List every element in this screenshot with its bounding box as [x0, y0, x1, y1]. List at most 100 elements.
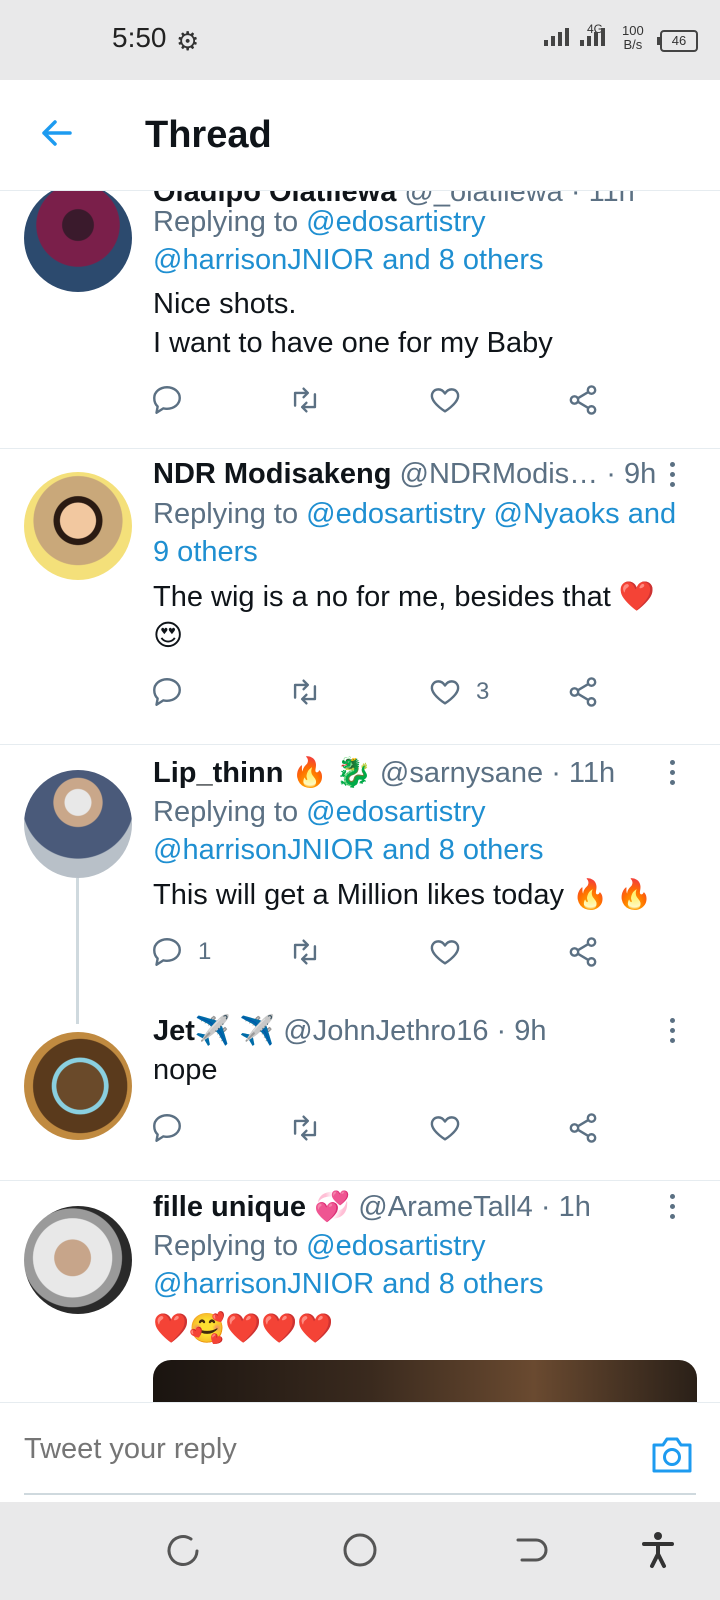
tweet-text: ❤️🥰❤️❤️❤️	[153, 1313, 334, 1345]
like-button[interactable]: 3	[428, 672, 489, 712]
mention-link[interactable]: @harrisonJNIOR and 8 others	[153, 1268, 544, 1301]
signal-strength-icon	[544, 28, 569, 46]
reply-button[interactable]	[150, 672, 184, 712]
status-time: 5:50	[112, 22, 167, 53]
tweet-reply-input[interactable]	[24, 1433, 604, 1466]
avatar[interactable]	[24, 190, 132, 292]
reply-button[interactable]	[150, 1108, 184, 1148]
tweet-media-image[interactable]	[153, 1360, 697, 1402]
more-options-icon[interactable]	[670, 462, 678, 492]
system-navigation-bar	[0, 1502, 720, 1600]
reply-composer	[0, 1402, 720, 1503]
retweet-button[interactable]	[288, 1108, 322, 1148]
thread-connector-line	[76, 878, 79, 1024]
retweet-icon	[293, 387, 317, 413]
mention-link[interactable]: @edosartistry @Nyaoks and	[306, 498, 676, 530]
share-button[interactable]	[566, 1108, 600, 1148]
battery-icon: 46	[657, 30, 698, 52]
retweet-icon	[293, 679, 317, 705]
reply-button[interactable]	[150, 380, 184, 420]
divider	[0, 448, 720, 449]
back-icon[interactable]	[512, 1530, 552, 1570]
share-button[interactable]	[566, 932, 600, 972]
retweet-button[interactable]	[288, 932, 322, 972]
divider	[0, 1180, 720, 1181]
page-title: Thread	[145, 114, 272, 156]
tweet-time: · 11h	[551, 757, 616, 789]
avatar[interactable]	[24, 770, 132, 878]
mention-link[interactable]: @edosartistry	[306, 206, 485, 238]
share-button[interactable]	[566, 380, 600, 420]
reply-input-underline	[24, 1493, 696, 1495]
accessibility-icon[interactable]	[638, 1530, 678, 1570]
tweet-text: This will get a Million likes today 🔥 🔥	[153, 879, 653, 911]
share-icon	[569, 677, 597, 707]
more-options-icon[interactable]	[670, 1018, 678, 1048]
share-icon	[569, 1113, 597, 1143]
reply-button[interactable]: 1	[150, 932, 211, 972]
reply-icon	[153, 678, 181, 706]
tweet-time: · 9h	[496, 1015, 547, 1047]
author-name[interactable]: Lip_thinn 🔥 🐉	[153, 757, 372, 789]
reply-icon	[153, 1114, 181, 1142]
top-app-bar: Thread	[0, 80, 720, 191]
author-handle: @ArameTall4	[358, 1191, 533, 1223]
home-icon[interactable]	[340, 1530, 380, 1570]
settings-gear-icon: ⚙	[176, 26, 200, 56]
mention-link[interactable]: @edosartistry	[306, 796, 485, 828]
reply-icon	[153, 386, 181, 414]
retweet-button[interactable]	[288, 380, 322, 420]
mention-link[interactable]: @edosartistry	[306, 1230, 485, 1262]
thread-feed[interactable]: Oladipo Olatilewa @_olatilewa · 11h Repl…	[0, 190, 720, 1402]
tweet-text: nope	[153, 1054, 218, 1086]
retweet-icon	[293, 1115, 317, 1141]
tweet-time: · 1h	[540, 1191, 591, 1223]
more-options-icon[interactable]	[670, 1194, 678, 1224]
reply-count: 1	[198, 938, 212, 965]
tweet-text: I want to have one for my Baby	[153, 327, 553, 359]
share-icon	[569, 937, 597, 967]
heart-icon	[430, 940, 460, 965]
heart-icon	[430, 388, 460, 413]
tweet-text: The wig is a no for me, besides that ❤️	[153, 581, 655, 613]
network-speed: 100 B/s	[622, 24, 644, 52]
replying-to-label: Replying to	[153, 796, 299, 828]
like-button[interactable]	[428, 932, 462, 972]
like-button[interactable]	[428, 380, 462, 420]
recent-apps-icon[interactable]	[164, 1530, 204, 1570]
share-button[interactable]	[566, 672, 600, 712]
tweet-actions: 1	[150, 932, 630, 972]
avatar[interactable]	[24, 1206, 132, 1314]
tweet-actions	[150, 380, 630, 420]
author-handle: @JohnJethro16	[283, 1015, 489, 1047]
divider	[0, 744, 720, 745]
like-button[interactable]	[428, 1108, 462, 1148]
replying-to-label: Replying to	[153, 498, 299, 530]
avatar[interactable]	[24, 472, 132, 580]
more-options-icon[interactable]	[670, 760, 678, 790]
author-name[interactable]: Jet✈️ ✈️	[153, 1015, 275, 1047]
author-name[interactable]: NDR Modisakeng	[153, 458, 391, 490]
replying-to-label: Replying to	[153, 206, 299, 238]
avatar[interactable]	[24, 1032, 132, 1140]
status-bar: 5:50 ⚙ 4G 100 B/s 46	[0, 0, 720, 80]
retweet-button[interactable]	[288, 672, 322, 712]
tweet-time: · 9h	[606, 458, 657, 490]
author-name[interactable]: fille unique 💞	[153, 1191, 350, 1223]
tweet-actions: 3	[150, 672, 630, 712]
camera-icon[interactable]	[650, 1435, 694, 1475]
heart-icon	[430, 680, 460, 705]
network-speed-unit: B/s	[623, 37, 643, 52]
share-icon	[569, 385, 597, 415]
network-speed-value: 100	[622, 23, 644, 38]
mention-link[interactable]: @harrisonJNIOR and 8 others	[153, 244, 544, 277]
mention-link[interactable]: @harrisonJNIOR and 8 others	[153, 834, 544, 867]
like-count: 3	[476, 678, 490, 705]
replying-to-label: Replying to	[153, 1230, 299, 1262]
author-handle: @sarnysane	[379, 757, 544, 789]
tweet-text: Nice shots.	[153, 288, 297, 320]
tweet-actions	[150, 1108, 630, 1148]
mention-link[interactable]: 9 others	[153, 536, 258, 569]
back-arrow-icon[interactable]	[36, 113, 76, 153]
heart-icon	[430, 1116, 460, 1141]
